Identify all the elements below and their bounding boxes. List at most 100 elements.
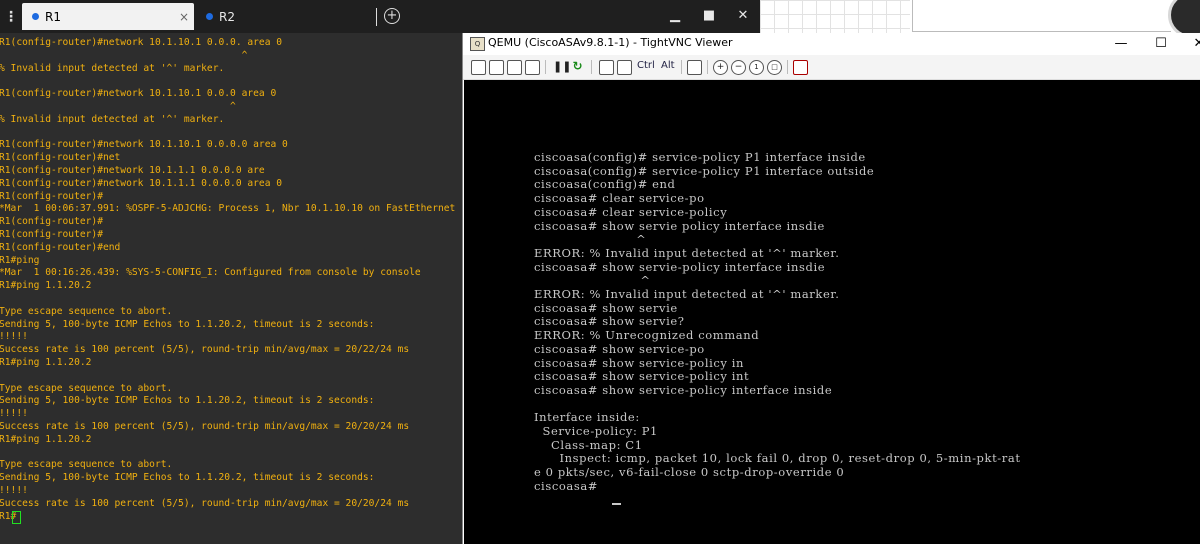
- desktop-grid-pattern: [760, 0, 910, 33]
- toolbar-divider: [707, 60, 708, 74]
- terminal-line: Sending 5, 100-byte ICMP Echos to 1.1.20…: [0, 395, 375, 407]
- terminal-line: R1(config-router)#network 10.1.10.1 0.0.…: [0, 139, 288, 151]
- console-line: ciscoasa# show servie: [534, 300, 678, 315]
- terminal-line: Sending 5, 100-byte ICMP Echos to 1.1.20…: [0, 318, 375, 330]
- vnc-minimize-button[interactable]: —: [1103, 34, 1139, 54]
- console-line: ciscoasa# show servie-policy interface i…: [534, 259, 826, 274]
- console-line: ciscoasa# show servie?: [534, 314, 685, 329]
- refresh-icon[interactable]: ↻: [571, 60, 584, 73]
- terminal-output[interactable]: R1(config-router)#network 10.1.10.1 0.0.…: [0, 33, 462, 544]
- terminal-line: Success rate is 100 percent (5/5), round…: [0, 421, 410, 432]
- toolbar-divider: [545, 60, 546, 74]
- console-line: Interface inside:: [534, 410, 640, 425]
- console-line: ciscoasa(config)# service-policy P1 inte…: [534, 150, 866, 164]
- vnc-toolbar: ❚❚ ↻ Ctrl Alt + − 1 □: [463, 55, 1200, 80]
- tab-close-icon[interactable]: ×: [174, 10, 194, 24]
- terminal-line: Type escape sequence to abort.: [0, 382, 173, 394]
- zoom-100-icon[interactable]: 1: [749, 60, 764, 75]
- terminal-line: ^: [0, 101, 236, 112]
- console-line: ^: [534, 273, 651, 288]
- tab-bar: ⋮ R1 × R2 + ▁ ■ ✕: [0, 0, 760, 33]
- clipboard-icon[interactable]: [687, 60, 702, 75]
- options-icon[interactable]: [507, 60, 522, 75]
- zoom-fit-icon[interactable]: □: [767, 60, 782, 75]
- toolbar-divider: [681, 60, 682, 74]
- maximize-button[interactable]: ■: [694, 6, 724, 26]
- windows-key-icon[interactable]: [617, 60, 632, 75]
- terminal-line: Sending 5, 100-byte ICMP Echos to 1.1.20…: [0, 472, 375, 484]
- console-line: ciscoasa#: [534, 478, 603, 493]
- pause-icon[interactable]: ❚❚: [553, 60, 571, 73]
- terminal-line: Type escape sequence to abort.: [0, 459, 173, 471]
- terminal-line: !!!!!: [0, 331, 28, 343]
- console-line: Inspect: icmp, packet 10, lock fail 0, d…: [534, 451, 1021, 466]
- terminal-line: ^: [0, 49, 248, 61]
- terminal-line: R1(config-router)#network 10.1.1.1 0.0.0…: [0, 177, 283, 189]
- console-line: ciscoasa# show service-po: [534, 341, 705, 356]
- terminal-line: !!!!!: [0, 408, 28, 420]
- console-line: e 0 pkts/sec, v6-fail-close 0 sctp-drop-…: [534, 465, 845, 480]
- console-line: Service-policy: P1: [534, 424, 658, 438]
- console-line: ciscoasa(config)# end: [534, 177, 676, 192]
- console-line: ciscoasa# show servie policy interface i…: [534, 218, 825, 233]
- new-tab-button[interactable]: +: [384, 8, 400, 24]
- console-line: ciscoasa# clear service-policy: [534, 204, 728, 219]
- terminal-line: R1#ping: [0, 254, 40, 266]
- save-icon[interactable]: [489, 60, 504, 75]
- terminal-line: % Invalid input detected at '^' marker.: [0, 62, 225, 74]
- vnc-titlebar[interactable]: Q QEMU (CiscoASAv9.8.1-1) - TightVNC Vie…: [463, 33, 1200, 55]
- background-window-panel: [912, 0, 1171, 32]
- console-line: ciscoasa# clear service-po: [534, 191, 705, 206]
- vnc-maximize-button[interactable]: ☐: [1143, 34, 1179, 54]
- console-line: ERROR: % Invalid input detected at '^' m…: [534, 287, 840, 301]
- terminal-line: R1(config-router)#network 10.1.10.1 0.0.…: [0, 88, 277, 100]
- vnc-window-title: QEMU (CiscoASAv9.8.1-1) - TightVNC Viewe…: [488, 36, 733, 49]
- vnc-remote-screen[interactable]: ciscoasa(config)# service-policy P1 inte…: [464, 80, 1200, 544]
- terminal-line: *Mar 1 00:06:37.991: %OSPF-5-ADJCHG: Pro…: [0, 203, 456, 215]
- ctrl-alt-del-icon[interactable]: [599, 60, 614, 75]
- session-status-dot: [32, 13, 39, 20]
- console-line: ^: [534, 232, 647, 247]
- toolbar-divider: [787, 60, 788, 74]
- new-connection-icon[interactable]: [471, 60, 486, 75]
- console-cursor: [612, 503, 621, 505]
- minimize-button[interactable]: ▁: [660, 6, 690, 26]
- vnc-viewer-window: Q QEMU (CiscoASAv9.8.1-1) - TightVNC Vie…: [462, 33, 1200, 544]
- terminal-line: R1(config-router)#: [0, 229, 103, 240]
- console-line: ciscoasa(config)# service-policy P1 inte…: [534, 163, 875, 178]
- terminal-line: *Mar 1 00:16:26.439: %SYS-5-CONFIG_I: Co…: [0, 267, 421, 279]
- ctrl-key-toggle[interactable]: Ctrl: [637, 60, 655, 71]
- toolbar-divider: [591, 60, 592, 74]
- terminal-line: R1(config-router)#: [0, 216, 103, 228]
- terminal-line: R1(config-router)#: [0, 190, 103, 202]
- tab-divider: [376, 8, 377, 26]
- fullscreen-icon[interactable]: [793, 60, 808, 75]
- terminal-line: !!!!!: [0, 485, 28, 496]
- console-line: Class-map: C1: [534, 437, 643, 452]
- terminal-line: Type escape sequence to abort.: [0, 305, 173, 317]
- terminal-line: R1#ping 1.1.20.2: [0, 433, 92, 445]
- info-icon[interactable]: [525, 60, 540, 75]
- close-button[interactable]: ✕: [728, 6, 758, 26]
- terminal-line: Success rate is 100 percent (5/5), round…: [0, 497, 410, 509]
- terminal-line: R1(config-router)#network 10.1.10.1 0.0.…: [0, 37, 283, 48]
- console-line: ERROR: % Unrecognized command: [534, 328, 760, 343]
- tab-label: R1: [45, 9, 61, 24]
- console-line: ciscoasa# show service-policy interface …: [534, 382, 833, 397]
- qemu-app-icon: Q: [470, 37, 485, 51]
- tab-menu-icon[interactable]: ⋮: [0, 3, 22, 30]
- terminal-line: R1(config-router)#network 10.1.1.1 0.0.0…: [0, 165, 265, 176]
- terminal-line: Success rate is 100 percent (5/5), round…: [0, 344, 410, 356]
- terminal-line: % Invalid input detected at '^' marker.: [0, 113, 225, 125]
- zoom-out-icon[interactable]: −: [731, 60, 746, 75]
- zoom-in-icon[interactable]: +: [713, 60, 728, 75]
- session-status-dot: [206, 13, 213, 20]
- console-line: ciscoasa# show service-policy int: [534, 369, 750, 384]
- tab-label: R2: [219, 9, 235, 24]
- tab-r2[interactable]: R2: [196, 3, 366, 30]
- terminal-line: R1(config-router)#net: [0, 152, 121, 164]
- vnc-close-button[interactable]: ✕: [1181, 34, 1200, 54]
- alt-key-toggle[interactable]: Alt: [661, 60, 675, 71]
- tab-r1[interactable]: R1 ×: [22, 3, 194, 30]
- terminal-cursor: [12, 511, 21, 524]
